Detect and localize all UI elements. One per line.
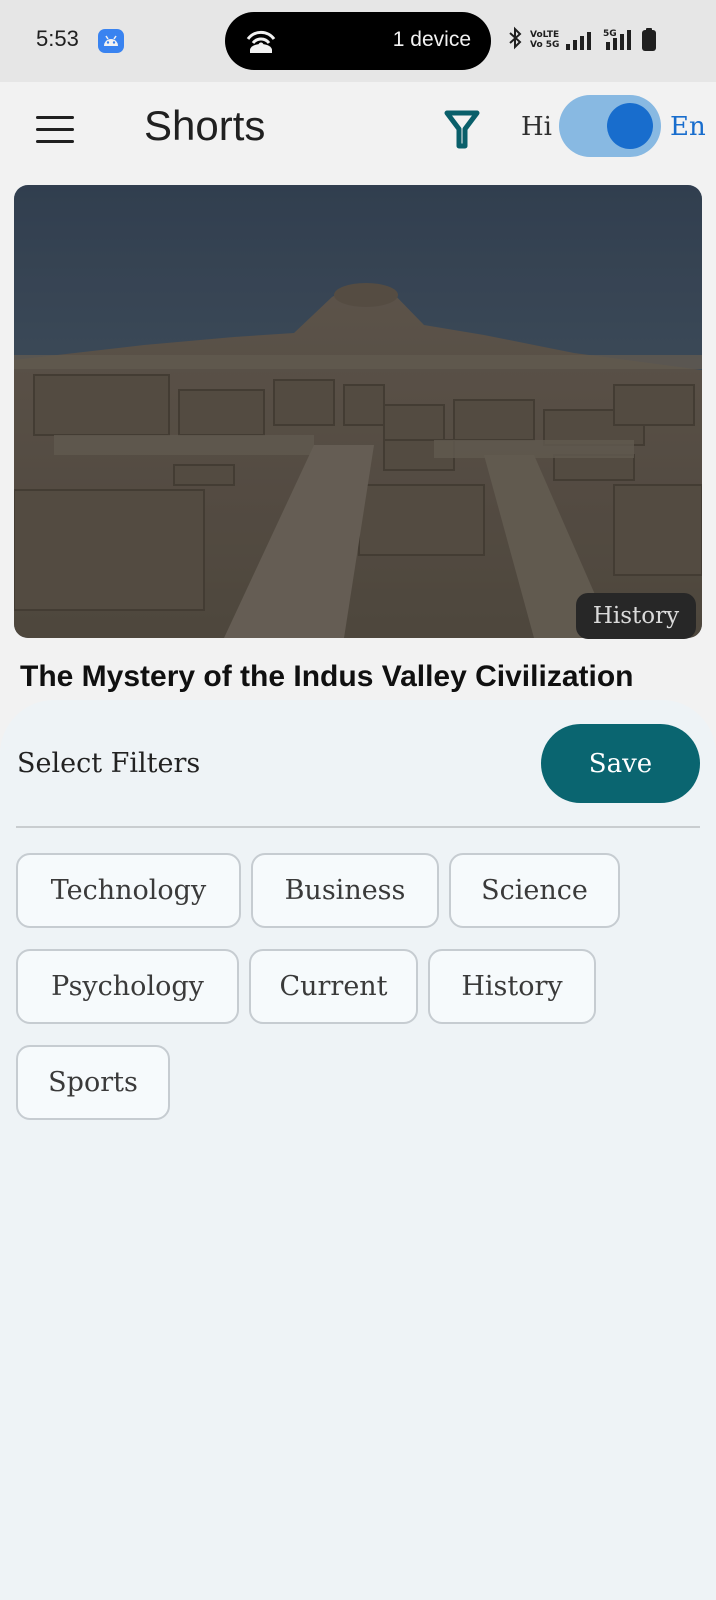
- filter-chip-history[interactable]: History: [428, 949, 596, 1024]
- filter-chip-sports[interactable]: Sports: [16, 1045, 170, 1120]
- filter-bottom-sheet: Select Filters Save Technology Business …: [0, 700, 716, 1600]
- sheet-heading: Select Filters: [17, 748, 201, 779]
- filter-chip-current[interactable]: Current: [249, 949, 418, 1024]
- filter-chip-business[interactable]: Business: [251, 853, 439, 928]
- save-button[interactable]: Save: [541, 724, 700, 803]
- filter-chip-technology[interactable]: Technology: [16, 853, 241, 928]
- divider: [16, 826, 700, 828]
- filter-chip-psychology[interactable]: Psychology: [16, 949, 239, 1024]
- filter-chip-science[interactable]: Science: [449, 853, 620, 928]
